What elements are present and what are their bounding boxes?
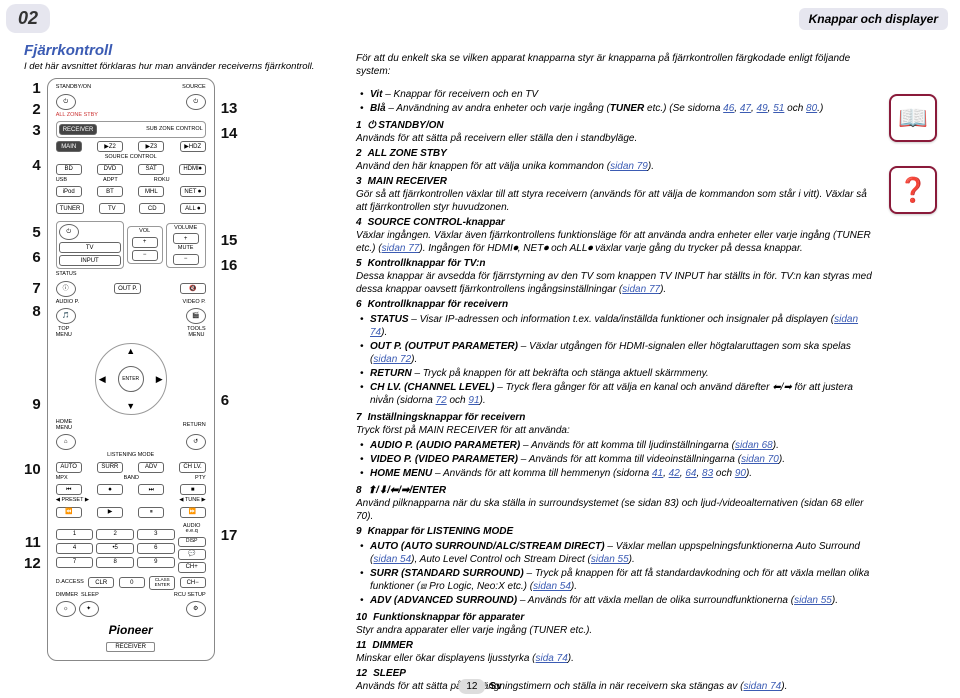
manual-book-icon: 📖 (889, 94, 937, 142)
left-arrow-icon: ◀ (99, 375, 106, 384)
chapter-title: Knappar och displayer (799, 8, 948, 30)
section-title: Fjärrkontroll (24, 42, 344, 59)
up-arrow-icon: ▲ (126, 347, 135, 356)
source-button: ⏻ (186, 94, 206, 110)
audio-param-icon: 🎵 (56, 308, 76, 324)
number-pad: 123 4•56 789 (56, 529, 175, 568)
status-button: ⓘ (56, 281, 76, 297)
help-question-icon: ❓ (889, 166, 937, 214)
chapter-bubble: 02 (6, 4, 50, 33)
remote-diagram: STANDBY/ONSOURCE ⏻⏻ ALL ZONE STBY RECEIV… (47, 78, 215, 661)
section-subtitle: I det här avsnittet förklaras hur man an… (24, 61, 344, 72)
callouts-left: 1 2 3 4 5 6 7 8 9 10 11 12 (24, 78, 47, 576)
description-column: För att du enkelt ska se vilken apparat … (356, 42, 872, 695)
direction-pad: ▲ ▼ ◀ ▶ ENTER (95, 343, 167, 415)
right-arrow-icon: ▶ (156, 375, 163, 384)
tv-power-icon: ⏻ (59, 224, 79, 240)
return-icon: ↺ (186, 434, 206, 450)
home-menu-icon: ⌂ (56, 434, 76, 450)
brand-logo: Pioneer (56, 624, 206, 636)
video-param-icon: 🎬 (186, 308, 206, 324)
callouts-right: 13 14 15 16 6 17 (215, 78, 238, 548)
page-footer: 12Sv (458, 681, 501, 692)
standby-button: ⏻ (56, 94, 76, 110)
down-arrow-icon: ▼ (126, 402, 135, 411)
